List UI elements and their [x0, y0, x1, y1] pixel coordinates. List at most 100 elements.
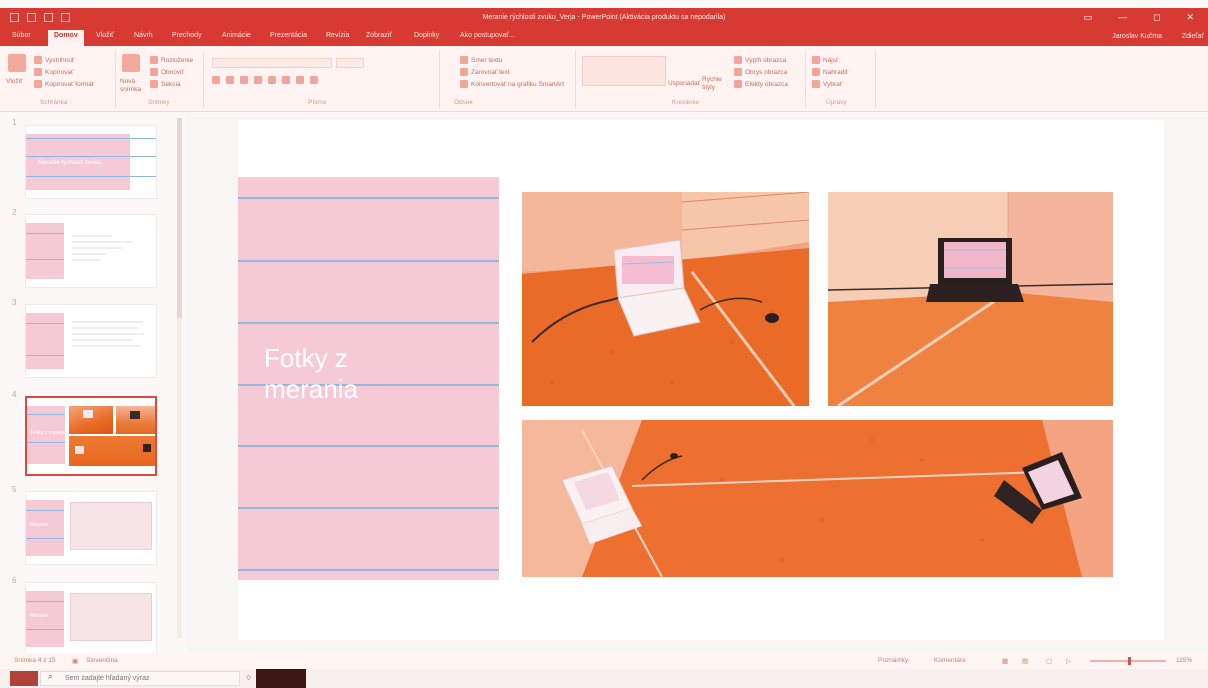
paste-icon[interactable] — [8, 54, 26, 72]
paste-button[interactable]: Vložiť — [6, 78, 23, 85]
minimize-icon[interactable]: — — [1118, 12, 1127, 23]
tab-file[interactable]: Súbor — [12, 32, 31, 39]
taskbar-search-box[interactable]: Sem zadajte hľadaný výraz — [40, 671, 240, 686]
align-text-button[interactable]: Zarovnať text — [460, 68, 510, 76]
underline-icon[interactable] — [240, 76, 248, 84]
windows-start-button[interactable] — [10, 671, 38, 686]
select-button[interactable]: Vybrať — [812, 80, 842, 88]
fill-icon — [734, 56, 742, 64]
reading-view-icon[interactable]: ▢ — [1046, 657, 1052, 665]
tab-design[interactable]: Návrh — [134, 32, 153, 39]
tell-me-search[interactable]: Ako postupovať... — [460, 32, 515, 39]
font-format-buttons — [212, 76, 318, 84]
thumbnail-rule — [26, 259, 64, 260]
tab-transitions[interactable]: Prechody — [172, 32, 202, 39]
arrange-button[interactable]: Usporiadať — [668, 80, 700, 87]
bold-icon[interactable] — [212, 76, 220, 84]
shape-fill-button[interactable]: Výplň obrazca — [734, 56, 786, 64]
thumbnail-title: Meranie — [30, 522, 49, 528]
font-name-dropdown[interactable] — [212, 58, 332, 68]
smartart-button[interactable]: Konvertovať na grafiku SmartArt — [460, 80, 564, 88]
slide-thumbnail-3[interactable] — [25, 304, 157, 378]
slide-thumbnail-1[interactable]: Meranie rýchlosti zvuku — [25, 125, 157, 199]
zoom-level[interactable]: 115% — [1176, 657, 1192, 664]
cut-button[interactable]: Vystrihnúť — [34, 56, 74, 64]
copy-button[interactable]: Kopírovať — [34, 68, 73, 76]
share-button[interactable]: Zdieľať — [1182, 33, 1204, 40]
strikethrough-icon[interactable] — [254, 76, 262, 84]
smartart-icon — [460, 80, 468, 88]
title-panel: Fotky z merania — [238, 177, 499, 580]
quick-styles-button[interactable]: Rýchle štýly — [702, 76, 726, 92]
cortana-icon[interactable]: ○ — [246, 672, 251, 682]
tab-addins[interactable]: Doplnky — [414, 32, 439, 39]
thumbnail-laptop — [83, 410, 93, 418]
shape-outline-button[interactable]: Obrys obrazca — [734, 68, 787, 76]
slide-thumbnail-2[interactable] — [25, 214, 157, 288]
photo-image — [828, 192, 1113, 406]
shadow-icon[interactable] — [268, 76, 276, 84]
comments-button[interactable]: Komentáre — [934, 657, 966, 664]
paragraph-group-label: Odsek — [454, 99, 473, 106]
slideshow-icon[interactable]: ▷ — [1066, 657, 1071, 665]
format-painter-button[interactable]: Kopírovať formát — [34, 80, 94, 88]
zoom-slider-thumb[interactable] — [1128, 657, 1131, 665]
ribbon-display-icon[interactable]: ▭ — [1083, 12, 1092, 23]
slide-title[interactable]: Fotky z merania — [264, 343, 358, 405]
italic-icon[interactable] — [226, 76, 234, 84]
user-name[interactable]: Jaroslav Kučma — [1112, 33, 1162, 40]
slides-group-label: Snímky — [148, 99, 170, 106]
tab-slideshow[interactable]: Prezentácia — [270, 32, 307, 39]
decorative-rule — [238, 445, 499, 447]
thumbnail-number: 3 — [12, 298, 17, 307]
tab-insert[interactable]: Vložiť — [96, 32, 114, 39]
text-direction-button[interactable]: Smer textu — [460, 56, 502, 64]
slide-thumbnail-5[interactable]: Meranie — [25, 491, 157, 565]
scrollbar-thumb[interactable] — [177, 118, 182, 318]
slide-thumbnail-4[interactable]: Fotky z merania — [25, 396, 157, 476]
photo-laptop-cabinet[interactable] — [522, 192, 809, 406]
thumbnail-rule — [26, 629, 64, 630]
window-title: Meranie rýchlosti zvuku_Verja - PowerPoi… — [482, 14, 726, 21]
font-size-dropdown[interactable] — [336, 58, 364, 68]
find-button[interactable]: Nájsť — [812, 56, 838, 64]
thumbnail-title-panel — [26, 500, 64, 556]
tab-animations[interactable]: Animácie — [222, 32, 251, 39]
thumbnail-rule — [26, 176, 156, 177]
reset-button[interactable]: Obnoviť — [150, 68, 184, 76]
close-icon[interactable]: ✕ — [1186, 12, 1194, 23]
spacing-icon[interactable] — [282, 76, 290, 84]
change-case-icon[interactable] — [296, 76, 304, 84]
outline-icon — [734, 68, 742, 76]
new-slide-icon[interactable] — [122, 54, 140, 72]
spellcheck-icon[interactable]: ▣ — [72, 657, 78, 665]
replace-button[interactable]: Nahradiť — [812, 68, 848, 76]
tab-home[interactable]: Domov — [48, 30, 84, 46]
section-button[interactable]: Sekcia — [150, 80, 181, 88]
tab-view[interactable]: Zobraziť — [366, 32, 392, 39]
photo-two-laptops[interactable] — [522, 420, 1113, 577]
normal-view-icon[interactable]: ▦ — [1002, 657, 1008, 665]
slide-thumbnail-6[interactable]: Meranie — [25, 582, 157, 656]
font-color-icon[interactable] — [310, 76, 318, 84]
thumbnail-text-line — [72, 345, 140, 347]
thumbnail-table — [70, 593, 152, 641]
notes-button[interactable]: Poznámky — [878, 657, 908, 664]
thumbnail-rule — [27, 414, 65, 415]
shape-effects-button[interactable]: Efekty obrazca — [734, 80, 788, 88]
layout-button[interactable]: Rozloženie — [150, 56, 193, 64]
tab-review[interactable]: Revízia — [326, 32, 349, 39]
thumbnail-text-line — [72, 339, 132, 341]
photo-laptop-corner[interactable] — [828, 192, 1113, 406]
taskbar-app-icon[interactable] — [256, 669, 306, 688]
maximize-icon[interactable]: ◻ — [1153, 12, 1160, 23]
clipboard-group-label: Schránka — [40, 99, 68, 106]
find-icon — [812, 56, 820, 64]
slide-sorter-icon[interactable]: ▤ — [1022, 657, 1028, 665]
new-slide-button[interactable]: Nová snímka — [120, 78, 146, 94]
thumbnails-scrollbar[interactable] — [177, 118, 182, 638]
language-indicator[interactable]: Slovenčina — [86, 657, 118, 664]
replace-icon — [812, 68, 820, 76]
shapes-gallery[interactable] — [582, 56, 666, 86]
thumbnail-rule — [27, 442, 65, 443]
